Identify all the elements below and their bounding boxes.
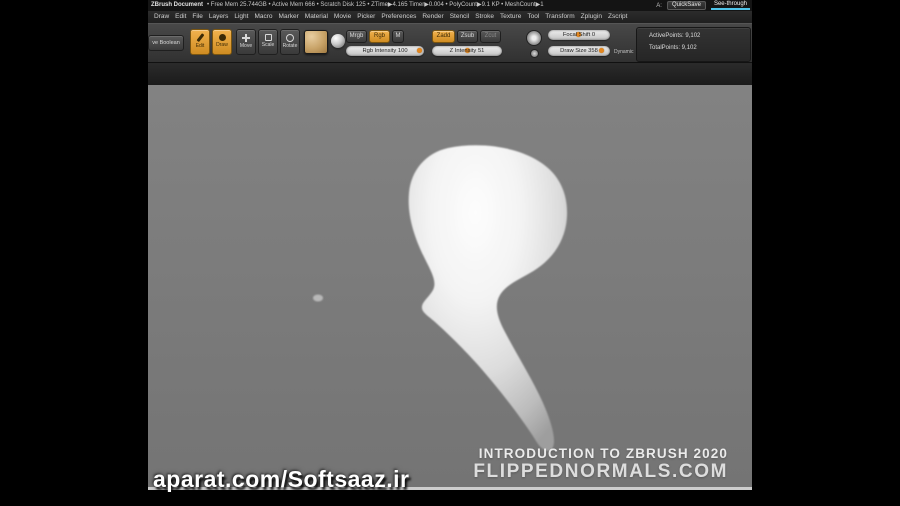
menu-zscript[interactable]: Zscript [605, 11, 631, 23]
rgb-button[interactable]: Rgb [369, 30, 390, 43]
dynamic-mode-label[interactable]: Dynamic [614, 48, 633, 56]
rgb-intensity-value: Rgb Intensity 100 [362, 48, 408, 54]
rgb-label: Rgb [373, 33, 385, 39]
zbrush-window: ZBrush Document • Free Mem 25.744GB • Act… [148, 0, 752, 506]
current-brush-thumbnail[interactable] [304, 30, 328, 54]
zsub-button[interactable]: Zsub [457, 30, 478, 43]
draw-label: Draw [216, 42, 228, 48]
scale-box-icon [264, 34, 272, 41]
pencil-icon [196, 33, 204, 42]
sculpt-mesh[interactable] [408, 145, 568, 451]
edit-mode-button[interactable]: Edit [190, 29, 210, 55]
quicksave-button[interactable]: QuickSave [666, 1, 706, 10]
menu-render[interactable]: Render [419, 11, 446, 23]
menu-draw[interactable]: Draw [151, 11, 172, 23]
draw-mode-button[interactable]: Draw [212, 29, 232, 55]
mrgb-label: Mrgb [349, 33, 364, 39]
menu-movie[interactable]: Movie [331, 11, 354, 23]
focal-shift-ring-icon [526, 30, 542, 46]
sculpt-viewport[interactable] [148, 85, 752, 490]
total-points-readout: TotalPoints: 9,102 [649, 45, 697, 51]
points-stats-panel: ActivePoints: 9,102 TotalPoints: 9,102 [636, 27, 751, 62]
rotate-mode-button[interactable]: Rotate [280, 29, 300, 55]
m-label: M [395, 33, 401, 39]
move-mode-button[interactable]: Move [236, 29, 256, 55]
document-canvas[interactable]: INTRODUCTION TO ZBRUSH 2020 FLIPPEDNORMA… [148, 85, 752, 490]
zadd-label: Zadd [436, 33, 451, 39]
zcut-button[interactable]: Zcut [480, 30, 501, 43]
brush-cursor-dot [312, 294, 324, 302]
tutorial-title-watermark: INTRODUCTION TO ZBRUSH 2020 [478, 446, 728, 461]
scale-label: Scale [261, 42, 275, 48]
tutorial-site-watermark: FLIPPEDNORMALS.COM [473, 461, 728, 482]
menu-texture[interactable]: Texture [497, 11, 524, 23]
z-intensity-value: Z Intensity 51 [449, 48, 485, 54]
video-frame: ZBrush Document • Free Mem 25.744GB • Act… [0, 0, 900, 506]
live-boolean-label: ve Boolean [152, 40, 180, 46]
menu-preferences[interactable]: Preferences [378, 11, 419, 23]
menu-zplugin[interactable]: Zplugin [578, 11, 605, 23]
z-intensity-slider[interactable]: Z Intensity 51 [432, 46, 502, 56]
draw-size-value: Draw Size 358 [560, 48, 598, 54]
document-title: ZBrush Document [151, 2, 204, 8]
menu-stroke[interactable]: Stroke [472, 11, 497, 23]
focal-shift-value: Focal Shift 0 [562, 32, 596, 38]
move-arrows-icon [242, 34, 250, 42]
rotate-circle-icon [286, 34, 294, 42]
menu-file[interactable]: File [189, 11, 205, 23]
brush-dot-icon [218, 34, 226, 41]
shelf-canvas-divider [148, 62, 752, 85]
material-thumbnail[interactable] [331, 34, 345, 48]
rotate-label: Rotate [282, 43, 298, 49]
menu-picker[interactable]: Picker [354, 11, 378, 23]
top-shelf: ve Boolean Edit Draw Move Scale Rotate M… [148, 23, 752, 62]
menu-tool[interactable]: Tool [524, 11, 542, 23]
zsub-label: Zsub [460, 33, 475, 39]
menu-marker[interactable]: Marker [276, 11, 302, 23]
menu-macro[interactable]: Macro [251, 11, 275, 23]
focal-shift-dot-icon [530, 49, 539, 58]
live-boolean-button[interactable]: ve Boolean [148, 35, 184, 51]
mrgb-button[interactable]: Mrgb [346, 30, 367, 43]
menu-layers[interactable]: Layers [206, 11, 232, 23]
title-bar: ZBrush Document • Free Mem 25.744GB • Act… [148, 0, 752, 11]
menu-light[interactable]: Light [231, 11, 251, 23]
menu-edit[interactable]: Edit [172, 11, 189, 23]
scale-mode-button[interactable]: Scale [258, 29, 278, 55]
rgb-intensity-slider[interactable]: Rgb Intensity 100 [346, 46, 424, 56]
menu-stencil[interactable]: Stencil [447, 11, 473, 23]
move-label: Move [239, 43, 253, 49]
title-bar-right: A: QuickSave See-through [656, 0, 750, 11]
memory-stats: • Free Mem 25.744GB • Active Mem 666 • S… [207, 2, 544, 8]
menu-material[interactable]: Material [302, 11, 331, 23]
menu-bar: Draw Edit File Layers Light Macro Marker… [148, 11, 752, 23]
zcut-label: Zcut [484, 33, 497, 39]
draw-size-slider[interactable]: Draw Size 358 [548, 46, 610, 56]
edit-label: Edit [195, 43, 205, 49]
active-points-readout: ActivePoints: 9,102 [649, 33, 701, 39]
menu-transform[interactable]: Transform [542, 11, 577, 23]
zadd-button[interactable]: Zadd [432, 30, 455, 43]
title-text: ZBrush Document • Free Mem 25.744GB • Act… [151, 0, 544, 11]
m-button[interactable]: M [392, 30, 404, 43]
video-site-watermark: aparat.com/Softsaaz.ir [153, 466, 410, 492]
autosave-indicator: A: [656, 2, 662, 9]
see-through-slider[interactable]: See-through [710, 1, 750, 10]
focal-shift-slider[interactable]: Focal Shift 0 [548, 30, 610, 40]
